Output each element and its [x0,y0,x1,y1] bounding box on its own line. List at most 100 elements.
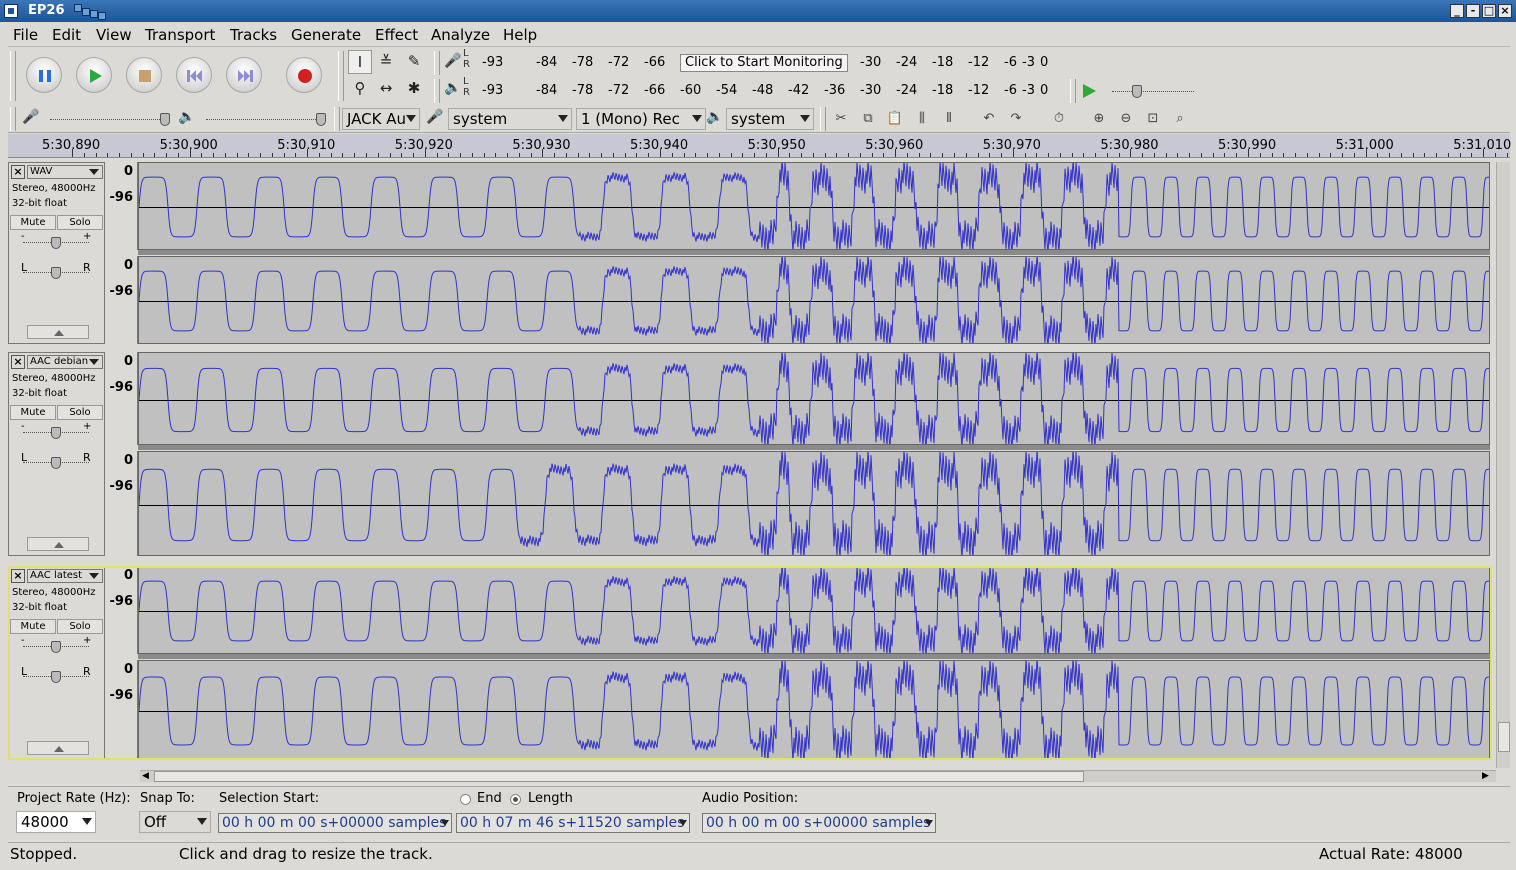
horizontal-scrollbar[interactable]: ◀ ▶ [140,770,1496,782]
draw-tool-pencil-icon[interactable]: ✎ [402,50,426,74]
edit-toolbar-grip[interactable] [820,107,826,131]
scroll-right-icon[interactable]: ▶ [1482,771,1489,781]
waveform-channel[interactable] [138,451,1490,556]
solo-button[interactable]: Solo [57,619,103,634]
vertical-scrollbar[interactable] [1496,162,1510,768]
gain-slider[interactable]: - + [21,231,91,249]
play-button[interactable] [76,57,112,93]
vertical-ruler[interactable]: 0 -96 [105,352,138,445]
zoom-tool-magnifier-icon[interactable]: ⚲ [348,77,372,101]
close-track-icon[interactable]: × [11,165,25,179]
project-rate-select[interactable]: 48000 [16,811,96,833]
track-name-menu[interactable]: AAC debian [27,355,103,369]
menu-help[interactable]: Help [503,26,537,44]
close-window-button[interactable]: × [1498,4,1512,18]
pan-thumb[interactable] [51,671,61,683]
audio-track[interactable]: × WAV Stereo, 48000Hz 32-bit float Mute Solo -… [8,162,1492,344]
fit-project-icon[interactable]: ⌕ [1169,108,1191,130]
play-speed-thumb[interactable] [1132,85,1142,98]
play-speed-slider[interactable] [1108,83,1198,101]
mute-button[interactable]: Mute [10,215,56,230]
menu-tracks[interactable]: Tracks [230,26,277,44]
pan-thumb[interactable] [51,457,61,469]
waveform-channel[interactable] [138,352,1490,445]
close-track-icon[interactable]: × [11,569,25,583]
track-control-panel[interactable]: × AAC latest Stereo, 48000Hz 32-bit float Mu… [8,566,105,760]
selection-start-input[interactable]: 00 h 00 m 00 s+00000 samples [218,813,452,833]
waveform-channel[interactable] [138,566,1490,654]
device-toolbar-grip[interactable] [334,107,340,131]
record-meter-grip[interactable] [434,51,440,75]
solo-button[interactable]: Solo [57,405,103,420]
audio-track[interactable]: × AAC debian Stereo, 48000Hz 32-bit float Mu… [8,352,1492,556]
gain-thumb[interactable] [51,237,61,249]
record-button[interactable] [286,57,322,93]
trim-icon[interactable]: ⫼ [911,108,933,130]
recording-volume-thumb[interactable] [160,113,170,126]
multi-tool[interactable]: ✱ [402,77,426,101]
play-meter-grip[interactable] [434,79,440,103]
snap-to-select[interactable]: Off [139,811,211,833]
pan-slider[interactable]: LR [21,451,91,469]
skip-to-end-button[interactable] [226,57,262,93]
menu-file[interactable]: File [13,26,38,44]
zoom-out-icon[interactable]: ⊖ [1115,108,1137,130]
mixer-toolbar-grip[interactable] [10,107,16,131]
solo-button[interactable]: Solo [57,215,103,230]
time-shift-tool[interactable]: ↔ [374,77,398,101]
gain-slider[interactable]: - + [21,421,91,439]
vertical-ruler[interactable]: 0 -96 [105,660,138,760]
waveform-channel[interactable] [138,660,1490,760]
audio-host-select[interactable]: JACK Au [342,108,420,130]
menu-edit[interactable]: Edit [52,26,81,44]
envelope-tool[interactable]: ≚ [374,50,398,74]
collapse-track-button[interactable] [27,741,89,755]
collapse-track-button[interactable] [27,537,89,551]
stop-button[interactable] [126,57,162,93]
menu-effect[interactable]: Effect [375,26,418,44]
playback-volume-slider[interactable] [204,111,330,127]
play-at-speed-icon[interactable] [1080,82,1098,100]
vertical-ruler[interactable]: 0 -96 [105,256,138,344]
tools-toolbar-grip[interactable] [338,51,344,101]
mute-button[interactable]: Mute [10,405,56,420]
paste-icon[interactable]: 📋 [884,108,906,130]
minimize-button[interactable]: _ [1450,4,1464,18]
timeline-ruler[interactable]: 5:30.890 5:30.900 5:30.910 5:30.920 5:30.930… [8,134,1511,158]
play-at-speed-grip[interactable] [1070,79,1076,103]
selection-length-input[interactable]: 00 h 07 m 46 s+11520 samples [456,813,690,833]
undo-icon[interactable]: ↶ [978,108,1000,130]
gain-slider[interactable]: - + [21,635,91,653]
menu-analyze[interactable]: Analyze [431,26,490,44]
skip-to-start-button[interactable] [176,57,212,93]
start-monitoring-button[interactable]: Click to Start Monitoring [680,54,848,72]
track-control-panel[interactable]: × WAV Stereo, 48000Hz 32-bit float Mute Solo -… [8,162,105,344]
playback-device-select[interactable]: system [726,108,814,130]
silence-icon[interactable]: ⫴ [938,108,960,130]
zoom-in-icon[interactable]: ⊕ [1088,108,1110,130]
redo-icon[interactable]: ↷ [1005,108,1027,130]
recording-channels-select[interactable]: 1 (Mono) Rec [576,108,706,130]
menu-transport[interactable]: Transport [145,26,215,44]
waveform-channel[interactable] [138,256,1490,344]
track-name-menu[interactable]: AAC latest [27,569,103,583]
length-radio[interactable] [510,794,521,805]
transport-toolbar-grip[interactable] [10,51,16,101]
copy-icon[interactable]: ⧉ [857,108,879,130]
fit-selection-icon[interactable]: ⊡ [1142,108,1164,130]
track-name-menu[interactable]: WAV [27,165,103,179]
recording-device-select[interactable]: system [448,108,572,130]
vertical-ruler[interactable]: 0 -96 [105,451,138,556]
selection-tool[interactable]: I [348,50,372,74]
play-meter-scale[interactable]: -93 -84 -78 -72 -66 -60 -54 -48 -42 -36 … [480,83,1080,99]
scroll-left-icon[interactable]: ◀ [142,771,149,781]
menu-view[interactable]: View [96,26,132,44]
track-control-panel[interactable]: × AAC debian Stereo, 48000Hz 32-bit float Mu… [8,352,105,556]
vertical-ruler[interactable]: 0 -96 [105,162,138,250]
end-radio[interactable] [460,794,471,805]
cut-icon[interactable]: ✂ [830,108,852,130]
vertical-ruler[interactable]: 0 -96 [105,566,138,654]
audio-track[interactable]: × AAC latest Stereo, 48000Hz 32-bit float Mu… [8,566,1492,760]
recording-volume-slider[interactable] [48,111,174,127]
waveform-channel[interactable] [138,162,1490,250]
